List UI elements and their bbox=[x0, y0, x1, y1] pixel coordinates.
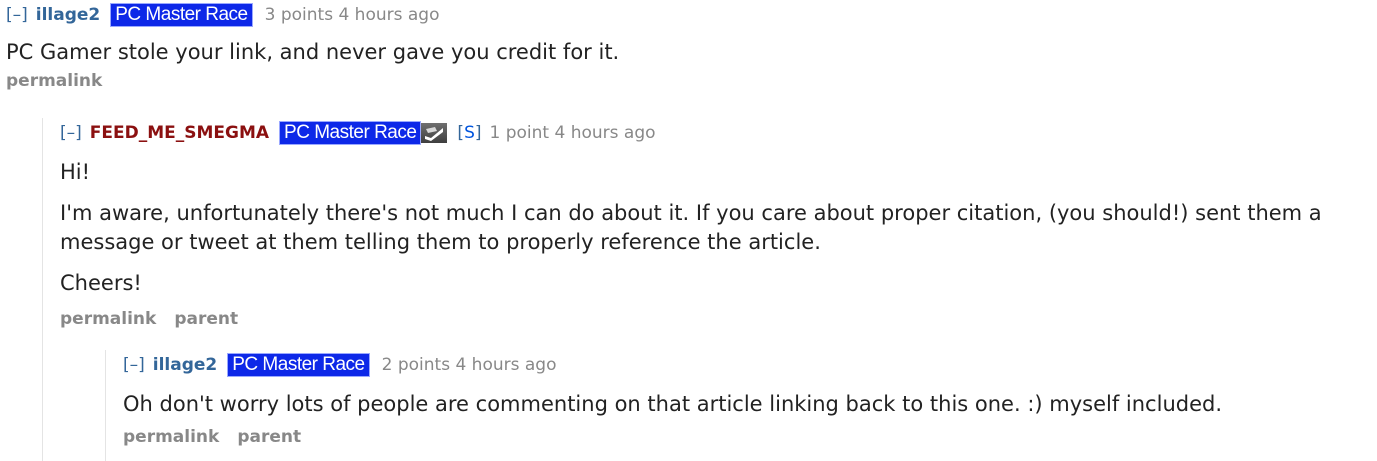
user-flair: PC Master Race bbox=[110, 3, 253, 27]
submitter-label: S bbox=[464, 123, 475, 143]
comment-body: Oh don't worry lots of people are commen… bbox=[103, 390, 1373, 419]
submitter-badge[interactable]: [S] bbox=[457, 123, 481, 143]
comment-buttons: permalink parent bbox=[40, 309, 1375, 329]
parent-button[interactable]: parent bbox=[237, 427, 301, 447]
comment-score-time: 3 points 4 hours ago bbox=[264, 5, 440, 25]
collapse-toggle[interactable]: [–] bbox=[123, 355, 145, 375]
permalink-button[interactable]: permalink bbox=[60, 309, 156, 329]
parent-button[interactable]: parent bbox=[174, 309, 238, 329]
comment-paragraph: Cheers! bbox=[60, 271, 142, 295]
comment-score-time: 1 point 4 hours ago bbox=[489, 123, 656, 143]
comment-body: PC Gamer stole your link, and never gave… bbox=[6, 38, 1366, 67]
comment-tagline: [–] illage2 PC Master Race 2 points 4 ho… bbox=[103, 350, 1373, 380]
steam-badge-icon bbox=[421, 123, 448, 143]
comment-reply: [–] FEED_ME_SMEGMA PC Master Race [S] 1 … bbox=[40, 118, 1375, 329]
user-flair-group: PC Master Race bbox=[279, 121, 448, 145]
user-flair: PC Master Race bbox=[227, 353, 370, 377]
comment-paragraph: Hi! bbox=[60, 160, 91, 184]
collapse-toggle[interactable]: [–] bbox=[6, 5, 28, 25]
comment-nested-reply: [–] illage2 PC Master Race 2 points 4 ho… bbox=[103, 350, 1373, 447]
comment-paragraph: I'm aware, unfortunately there's not muc… bbox=[60, 201, 1322, 254]
comment-author[interactable]: illage2 bbox=[36, 5, 100, 25]
comment-paragraph: PC Gamer stole your link, and never gave… bbox=[6, 40, 620, 64]
comment-top-level: [–] illage2 PC Master Race 3 points 4 ho… bbox=[6, 0, 1366, 91]
comment-tagline: [–] FEED_ME_SMEGMA PC Master Race [S] 1 … bbox=[40, 118, 1375, 148]
collapse-toggle[interactable]: [–] bbox=[60, 123, 82, 143]
user-flair: PC Master Race bbox=[279, 121, 422, 145]
comment-buttons: permalink bbox=[6, 71, 1366, 91]
comment-paragraph: Oh don't worry lots of people are commen… bbox=[123, 392, 1223, 416]
comment-body: Hi! I'm aware, unfortunately there's not… bbox=[40, 158, 1375, 298]
comment-tagline: [–] illage2 PC Master Race 3 points 4 ho… bbox=[6, 0, 1366, 30]
permalink-button[interactable]: permalink bbox=[6, 71, 102, 91]
submitter-bracket-close: ] bbox=[474, 123, 482, 143]
comment-score-time: 2 points 4 hours ago bbox=[381, 355, 557, 375]
comment-author[interactable]: FEED_ME_SMEGMA bbox=[90, 123, 269, 143]
comment-author[interactable]: illage2 bbox=[153, 355, 217, 375]
permalink-button[interactable]: permalink bbox=[123, 427, 219, 447]
comment-buttons: permalink parent bbox=[103, 427, 1373, 447]
